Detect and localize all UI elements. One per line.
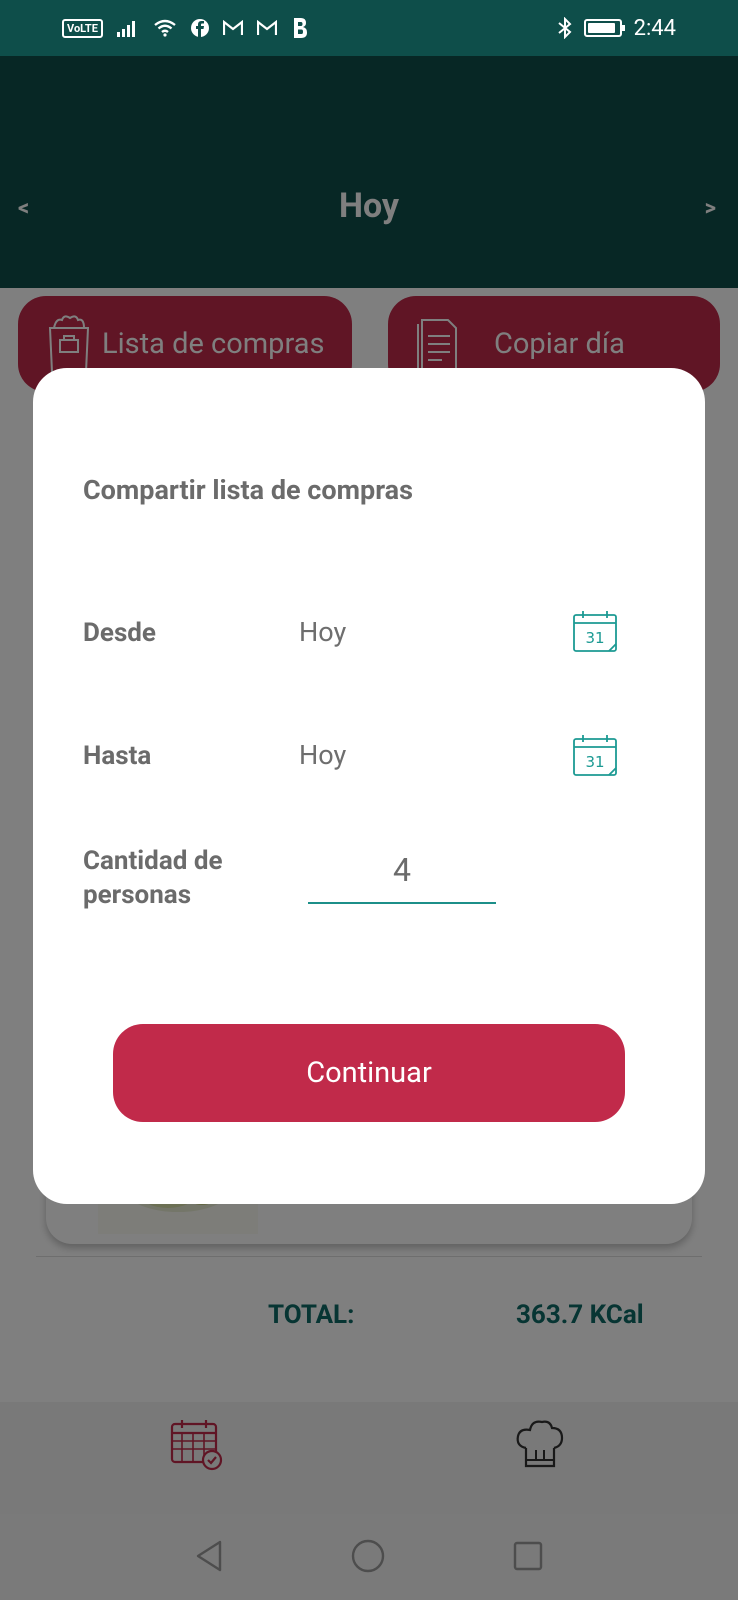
from-date-value[interactable]: Hoy <box>299 616 346 648</box>
people-label-line2: personas <box>83 880 192 910</box>
battery-icon <box>583 19 625 37</box>
status-right: 2:44 <box>557 15 676 41</box>
to-date-value[interactable]: Hoy <box>299 739 346 771</box>
from-calendar-icon[interactable]: 31 <box>571 608 619 656</box>
people-count-label: Cantidad de personas <box>83 844 283 912</box>
volte-badge: VoLTE <box>62 18 103 38</box>
to-label: Hasta <box>83 741 152 771</box>
facebook-icon <box>190 19 209 37</box>
to-calendar-day: 31 <box>585 753 604 771</box>
status-time: 2:44 <box>633 15 676 41</box>
people-label-line1: Cantidad de <box>83 846 223 876</box>
gmail-icon <box>256 20 277 35</box>
wifi-icon <box>154 19 176 37</box>
continue-button[interactable]: Continuar <box>113 1024 625 1122</box>
dialog-title: Compartir lista de compras <box>83 474 413 506</box>
to-calendar-icon[interactable]: 31 <box>571 732 619 780</box>
gmail-icon <box>222 20 243 35</box>
people-count-input[interactable]: 4 <box>308 844 496 904</box>
share-shopping-list-dialog: Compartir lista de compras Desde Hoy 31 … <box>33 368 705 1204</box>
status-bar: VoLTE 2:44 <box>0 0 738 56</box>
from-label: Desde <box>83 618 156 648</box>
continue-label: Continuar <box>306 1056 432 1090</box>
from-calendar-day: 31 <box>585 629 604 647</box>
status-left: VoLTE <box>62 17 309 39</box>
signal-icon <box>116 21 135 37</box>
bluetooth-icon <box>557 17 572 39</box>
b-icon <box>293 18 307 38</box>
